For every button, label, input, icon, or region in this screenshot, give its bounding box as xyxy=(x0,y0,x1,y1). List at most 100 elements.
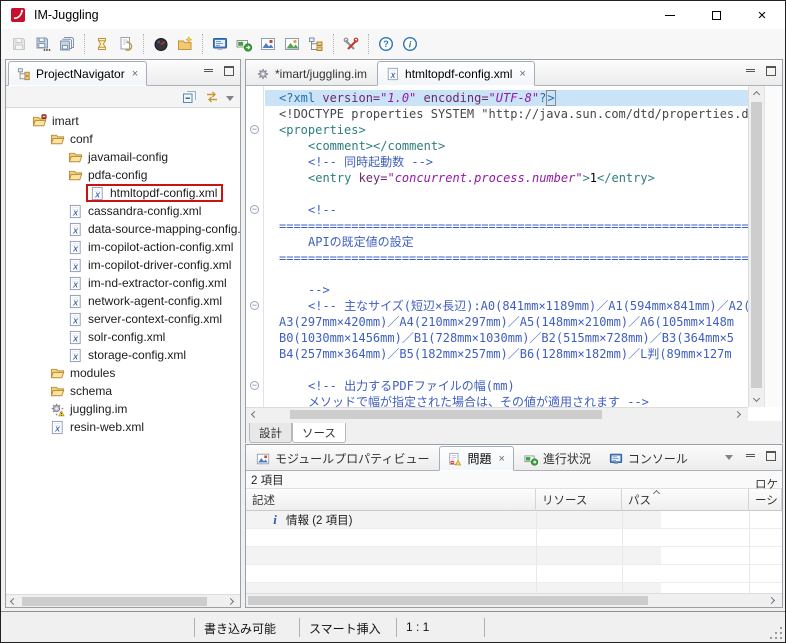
code-line-4[interactable]: <comment></comment> xyxy=(265,138,748,154)
problems-hscrollbar[interactable] xyxy=(246,593,782,607)
tree-item-modules[interactable]: modules xyxy=(6,364,240,382)
view-menu-button[interactable] xyxy=(722,451,736,463)
maximize-editor-button[interactable] xyxy=(764,66,778,78)
xml-file-icon: X xyxy=(68,258,83,273)
minimize-view-button[interactable] xyxy=(743,451,757,463)
tree-item-solr-config.xml[interactable]: Xsolr-config.xml xyxy=(6,328,240,346)
minimize-editor-button[interactable] xyxy=(743,66,757,78)
page-tab-ソース[interactable]: ソース xyxy=(292,423,346,443)
image-button[interactable] xyxy=(280,32,304,56)
help-button[interactable]: ? xyxy=(374,32,398,56)
column-header-記述[interactable]: 記述 xyxy=(246,489,536,511)
fold-minus-icon[interactable]: − xyxy=(250,381,259,390)
tab-project-navigator[interactable]: ProjectNavigator × xyxy=(8,61,147,86)
tree-item-schema[interactable]: schema xyxy=(6,382,240,400)
tree-item-htmltopdf-config.xml[interactable]: Xhtmltopdf-config.xml xyxy=(6,184,240,202)
sphere-button[interactable] xyxy=(149,32,173,56)
tree-item-pdfa-config[interactable]: pdfa-config xyxy=(6,166,240,184)
editor-tab--imart-juggling.im[interactable]: *imart/juggling.im xyxy=(248,61,375,86)
close-icon[interactable]: × xyxy=(498,453,504,465)
tree-item-im-copilot-driver-config.xml[interactable]: Xim-copilot-driver-config.xml xyxy=(6,256,240,274)
app-logo-icon xyxy=(10,7,26,23)
code-line-13[interactable]: --> xyxy=(265,282,748,298)
code-line-11[interactable]: ========================================… xyxy=(265,250,748,266)
problems-row-info-group[interactable]: i情報 (2 項目) xyxy=(246,511,782,529)
tree-item-server-context-config.xml[interactable]: Xserver-context-config.xml xyxy=(6,310,240,328)
fold-minus-icon[interactable]: − xyxy=(250,205,259,214)
module-property-button[interactable] xyxy=(256,32,280,56)
code-line-1[interactable]: <?xml version="1.0" encoding="UTF-8"?> xyxy=(265,90,748,106)
code-line-3[interactable]: <properties> xyxy=(265,122,748,138)
fold-minus-icon[interactable]: − xyxy=(250,301,259,310)
view-tab-進行状況[interactable]: 進行状況 xyxy=(516,446,599,471)
folder-new-button[interactable] xyxy=(173,32,197,56)
source-editor[interactable]: − − − − <?xml version="1.0" encoding="UTF-8… xyxy=(246,86,782,407)
info-button[interactable]: i xyxy=(398,32,422,56)
column-header-パス[interactable]: パス xyxy=(622,489,749,511)
code-line-2[interactable]: <!DOCTYPE properties SYSTEM "http://java… xyxy=(265,106,748,122)
code-line-19[interactable]: <!-- 出力するPDFファイルの幅(mm) xyxy=(265,378,748,394)
insert-mode-status: スマート挿入 xyxy=(309,620,381,637)
save-as-button[interactable] xyxy=(31,32,55,56)
tree-item-label: imart xyxy=(52,114,79,128)
maximize-button[interactable] xyxy=(693,1,739,29)
column-header-リソース[interactable]: リソース xyxy=(536,489,622,511)
view-tab-モジュールプロパティビュー[interactable]: モジュールプロパティビュー xyxy=(248,446,437,471)
editor-vscrollbar[interactable] xyxy=(748,86,764,407)
close-icon[interactable]: × xyxy=(519,68,525,80)
tree-item-cassandra-config.xml[interactable]: Xcassandra-config.xml xyxy=(6,202,240,220)
code-line-20[interactable]: メソッドで幅が指定された場合は、その値が適用されます --> xyxy=(265,394,748,407)
file-refresh-button[interactable] xyxy=(114,32,138,56)
view-menu-icon[interactable] xyxy=(226,90,234,104)
code-area[interactable]: <?xml version="1.0" encoding="UTF-8"?><!… xyxy=(265,86,748,407)
maximize-view-button[interactable] xyxy=(222,66,236,78)
progress-button[interactable] xyxy=(232,32,256,56)
collapse-all-icon[interactable] xyxy=(182,89,198,105)
code-line-18[interactable] xyxy=(265,362,748,378)
tree-item-imart[interactable]: imart xyxy=(6,112,240,130)
code-line-17[interactable]: B4(257mm×364mm)／B5(182mm×257mm)／B6(128mm… xyxy=(265,346,748,362)
code-line-5[interactable]: <!-- 同時起動数 --> xyxy=(265,154,748,170)
link-editor-icon[interactable] xyxy=(204,89,220,105)
minimize-view-button[interactable] xyxy=(201,66,215,78)
tree-item-conf[interactable]: conf xyxy=(6,130,240,148)
view-tab-コンソール[interactable]: コンソール xyxy=(601,446,696,471)
code-line-6[interactable]: <entry key="concurrent.process.number">1… xyxy=(265,170,748,186)
code-line-9[interactable]: ========================================… xyxy=(265,218,748,234)
navigator-tree-button[interactable] xyxy=(304,32,328,56)
view-tab-問題[interactable]: 問題× xyxy=(439,446,513,471)
save-all-button[interactable] xyxy=(55,32,79,56)
tree-item-network-agent-config.xml[interactable]: Xnetwork-agent-config.xml xyxy=(6,292,240,310)
column-header-ロケーション[interactable]: ロケーション xyxy=(749,489,782,511)
tree-item-im-copilot-action-config.xml[interactable]: Xim-copilot-action-config.xml xyxy=(6,238,240,256)
tree-item-im-nd-extractor-config.xml[interactable]: Xim-nd-extractor-config.xml xyxy=(6,274,240,292)
maximize-view-button[interactable] xyxy=(764,451,778,463)
close-icon[interactable]: × xyxy=(132,68,138,80)
resize-grip[interactable] xyxy=(770,619,782,639)
code-line-8[interactable]: <!-- xyxy=(265,202,748,218)
code-line-14[interactable]: <!-- 主なサイズ(短辺×長辺):A0(841mm×1189mm)／A1(59… xyxy=(265,298,748,314)
code-line-7[interactable] xyxy=(265,186,748,202)
spool-button[interactable] xyxy=(90,32,114,56)
navigator-hscrollbar[interactable] xyxy=(6,594,240,607)
tree-item-storage-config.xml[interactable]: Xstorage-config.xml xyxy=(6,346,240,364)
code-line-16[interactable]: B0(1030mm×1456mm)／B1(728mm×1030mm)／B2(51… xyxy=(265,330,748,346)
tree-item-javamail-config[interactable]: javamail-config xyxy=(6,148,240,166)
tree-item-label: juggling.im xyxy=(70,402,127,416)
minimize-button[interactable] xyxy=(647,1,693,29)
fold-margin: − − − − xyxy=(246,86,264,407)
code-line-12[interactable] xyxy=(265,266,748,282)
save-button[interactable] xyxy=(7,32,31,56)
page-tab-設計[interactable]: 設計 xyxy=(249,423,292,443)
editor-tab-htmltopdf-config.xml[interactable]: Xhtmltopdf-config.xml× xyxy=(377,61,535,86)
tree-item-juggling.im[interactable]: juggling.im xyxy=(6,400,240,418)
code-line-10[interactable]: APIの既定値の設定 xyxy=(265,234,748,250)
tools-button[interactable] xyxy=(339,32,363,56)
editor-hscrollbar[interactable] xyxy=(246,407,748,421)
tree-item-resin-web.xml[interactable]: Xresin-web.xml xyxy=(6,418,240,436)
code-line-15[interactable]: A3(297mm×420mm)／A4(210mm×297mm)／A5(148mm… xyxy=(265,314,748,330)
close-button[interactable]: × xyxy=(739,1,785,29)
tree-item-data-source-mapping-config.xml[interactable]: Xdata-source-mapping-config.xml xyxy=(6,220,240,238)
fold-minus-icon[interactable]: − xyxy=(250,125,259,134)
console-button[interactable] xyxy=(208,32,232,56)
